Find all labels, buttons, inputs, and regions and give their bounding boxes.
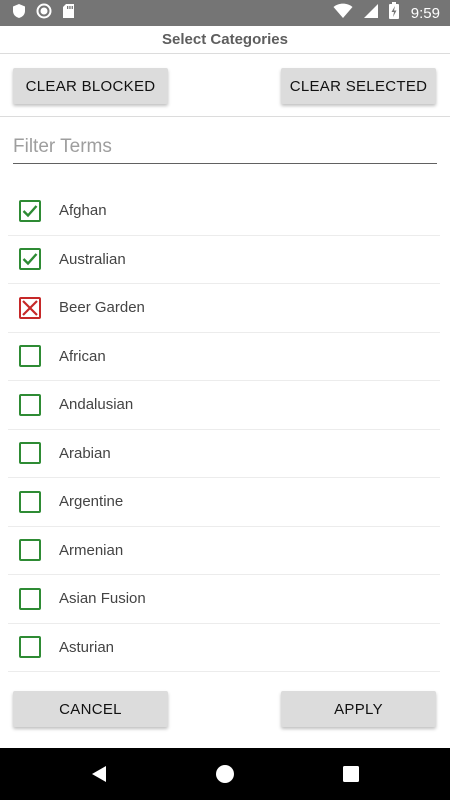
category-label: Armenian	[59, 541, 124, 559]
checkmark-icon	[22, 204, 38, 217]
checkbox-unchecked[interactable]	[19, 587, 41, 610]
category-item[interactable]: Argentine	[8, 478, 440, 527]
home-icon[interactable]	[210, 759, 240, 789]
checkbox-unchecked[interactable]	[19, 490, 41, 513]
category-label: Beer Garden	[59, 299, 145, 317]
checkbox-unchecked[interactable]	[19, 442, 41, 465]
category-item[interactable]: Australian	[8, 236, 440, 284]
apply-button[interactable]: APPLY	[281, 691, 436, 727]
cancel-button[interactable]: CANCEL	[13, 691, 168, 727]
status-time: 9:59	[410, 4, 440, 22]
category-list: Afghan Australian Beer Garden African Andalu…	[8, 187, 440, 672]
select-categories-screen: 9:59 Select Categories CLEAR BLOCKED CLE…	[0, 0, 450, 800]
circle-icon	[36, 3, 52, 24]
status-left-icons	[12, 3, 75, 24]
category-item[interactable]: Asturian	[8, 624, 440, 672]
title-bar: Select Categories	[0, 26, 450, 54]
cross-icon	[22, 299, 38, 316]
category-item[interactable]: Andalusian	[8, 381, 440, 430]
checkbox-unchecked[interactable]	[19, 345, 41, 368]
clear-selected-button[interactable]: CLEAR SELECTED	[281, 68, 436, 104]
category-label: African	[59, 347, 106, 365]
navigation-bar	[0, 748, 450, 800]
category-label: Arabian	[59, 444, 111, 462]
status-bar: 9:59	[0, 0, 450, 26]
category-item[interactable]: Afghan	[8, 187, 440, 236]
battery-charging-icon	[388, 2, 399, 24]
category-item[interactable]: Armenian	[8, 527, 440, 575]
category-label: Australian	[59, 250, 126, 268]
category-label: Asturian	[59, 638, 115, 656]
divider	[0, 116, 450, 117]
checkbox-unchecked[interactable]	[19, 539, 41, 562]
category-item[interactable]: Arabian	[8, 430, 440, 478]
checkmark-icon	[22, 253, 38, 266]
filter-field	[13, 132, 437, 164]
checkbox-blocked[interactable]	[19, 296, 41, 319]
category-label: Afghan	[59, 202, 107, 220]
category-item[interactable]: Asian Fusion	[8, 575, 440, 624]
category-label: Andalusian	[59, 396, 134, 414]
sd-card-icon	[62, 3, 75, 24]
wifi-icon	[333, 3, 353, 24]
page-title: Select Categories	[162, 31, 288, 48]
category-item[interactable]: African	[8, 333, 440, 381]
checkbox-checked[interactable]	[19, 248, 41, 271]
checkbox-checked[interactable]	[19, 199, 41, 222]
checkbox-unchecked[interactable]	[19, 393, 41, 416]
shield-icon	[12, 3, 26, 24]
category-item[interactable]: Beer Garden	[8, 284, 440, 333]
category-label: Argentine	[59, 493, 124, 511]
signal-icon	[363, 3, 379, 24]
checkbox-unchecked[interactable]	[19, 636, 41, 659]
clear-blocked-button[interactable]: CLEAR BLOCKED	[13, 68, 168, 104]
back-icon[interactable]	[84, 759, 114, 789]
filter-input[interactable]	[13, 132, 437, 162]
status-right-icons: 9:59	[333, 2, 440, 24]
recents-icon[interactable]	[336, 759, 366, 789]
category-label: Asian Fusion	[59, 590, 146, 608]
